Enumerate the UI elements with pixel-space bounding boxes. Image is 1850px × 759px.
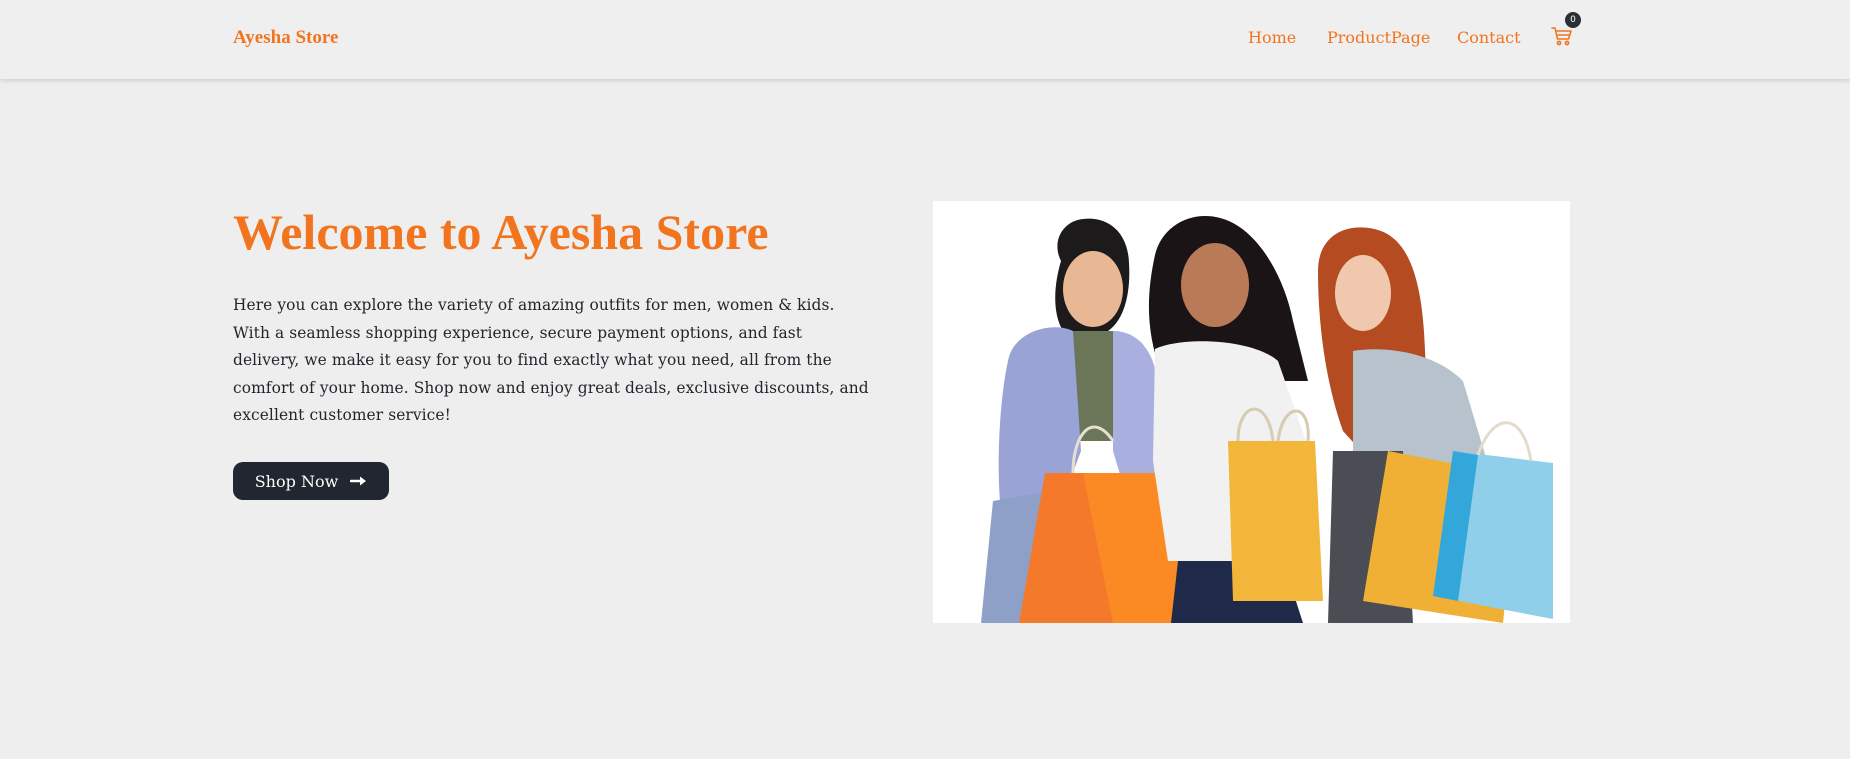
hero-image <box>933 201 1570 623</box>
nav-link-home[interactable]: Home <box>1248 28 1296 47</box>
shopping-cart-icon <box>1551 27 1572 46</box>
shopping-women-illustration <box>933 201 1570 623</box>
nav-links: Home ProductPage Contact 0 <box>0 0 1850 79</box>
cart-count-badge: 0 <box>1565 12 1581 28</box>
arrow-right-icon <box>350 476 367 486</box>
nav-link-contact[interactable]: Contact <box>1457 28 1521 47</box>
hero-description: Here you can explore the variety of amaz… <box>233 296 869 424</box>
nav-link-productpage[interactable]: ProductPage <box>1327 28 1430 47</box>
navbar: Ayesha Store Home ProductPage Contact 0 <box>0 0 1850 79</box>
shop-now-label: Shop Now <box>254 471 339 491</box>
hero-title: Welcome to Ayesha Store <box>233 204 769 260</box>
shop-now-button[interactable]: Shop Now <box>233 462 389 500</box>
cart-button[interactable] <box>1550 25 1574 47</box>
